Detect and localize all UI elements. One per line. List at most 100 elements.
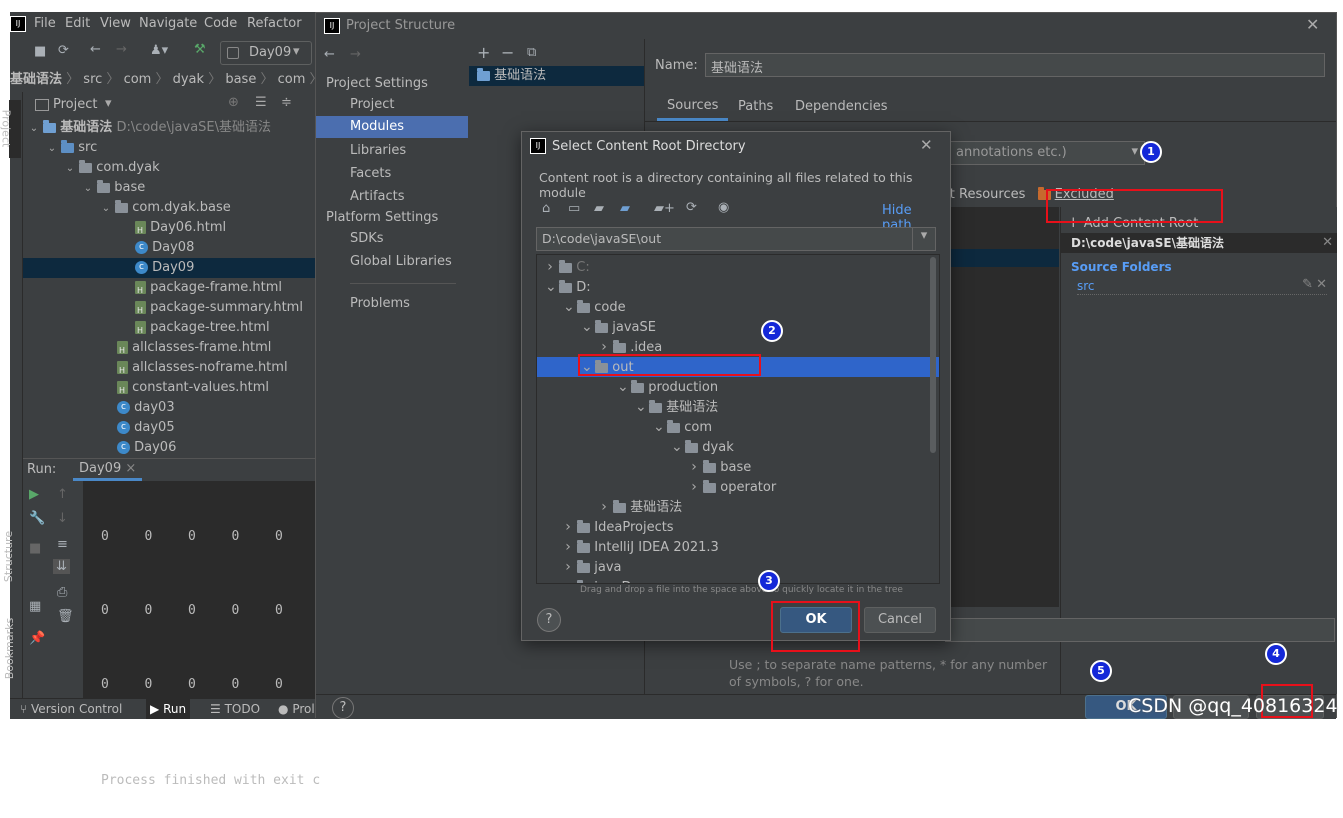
chevron-right-icon[interactable]: ›: [563, 557, 573, 577]
down-arrow-icon[interactable]: ↓: [57, 511, 68, 526]
tree-item[interactable]: allclasses-noframe.html: [117, 358, 288, 381]
copy-icon[interactable]: ⧉: [527, 45, 536, 60]
build-hammer-icon[interactable]: ⚒: [194, 42, 206, 57]
up-arrow-icon[interactable]: ↑: [57, 487, 68, 502]
close-icon[interactable]: ✕: [1322, 233, 1333, 253]
menu-view[interactable]: View: [100, 16, 131, 31]
chevron-down-icon[interactable]: ⌄: [581, 317, 593, 337]
run-tab[interactable]: Day09 ×: [73, 459, 143, 481]
show-hidden-icon[interactable]: ◉: [718, 200, 729, 215]
forward-arrow-icon[interactable]: →: [116, 42, 127, 57]
chevron-right-icon[interactable]: ›: [689, 477, 699, 497]
stop-icon[interactable]: ■: [29, 541, 41, 556]
chevron-down-icon[interactable]: ⌄: [563, 297, 575, 317]
save-icon[interactable]: ■: [34, 44, 46, 59]
nav-item-global-libraries[interactable]: Global Libraries: [350, 254, 452, 269]
menu-file[interactable]: File: [34, 16, 56, 31]
edit-icon[interactable]: ✎: [1302, 277, 1313, 292]
tree-item[interactable]: › java: [537, 557, 939, 577]
chevron-right-icon[interactable]: ›: [563, 517, 573, 537]
tab-sources[interactable]: Sources: [657, 93, 729, 121]
dialog-cancel-button[interactable]: Cancel: [864, 607, 936, 633]
desktop-icon[interactable]: ▭: [568, 201, 580, 216]
tree-item[interactable]: › base: [537, 457, 939, 477]
tree-scrollbar[interactable]: [930, 257, 936, 453]
chevron-down-icon[interactable]: ⌄: [617, 377, 629, 397]
chevron-down-icon[interactable]: ⌄: [671, 437, 683, 457]
tree-item[interactable]: ⌄ code: [537, 297, 939, 317]
forward-arrow-icon[interactable]: →: [350, 47, 361, 62]
tab-dependencies[interactable]: Dependencies: [795, 99, 888, 114]
project-tree-root[interactable]: ⌄ 基础语法 D:\code\javaSE\基础语法: [29, 118, 271, 138]
nav-item-modules[interactable]: Modules: [316, 116, 468, 138]
close-icon[interactable]: ✕: [1316, 277, 1327, 292]
wrench-icon[interactable]: 🔧: [29, 511, 45, 526]
tree-item-selected[interactable]: c Day09: [23, 258, 320, 278]
tab-paths[interactable]: Paths: [738, 99, 773, 114]
back-arrow-icon[interactable]: ←: [90, 42, 101, 57]
menu-edit[interactable]: Edit: [65, 16, 90, 31]
menu-code[interactable]: Code: [204, 16, 237, 31]
dialog-help-button[interactable]: ?: [537, 608, 561, 632]
problems-tab[interactable]: ● Prol: [278, 699, 315, 719]
tree-item[interactable]: c day05: [117, 418, 175, 438]
chevron-down-icon[interactable]: ⌄: [653, 417, 665, 437]
stripe-project-tab[interactable]: Project: [0, 100, 21, 158]
name-field[interactable]: 基础语法: [705, 53, 1325, 77]
home-icon[interactable]: ⌂: [542, 201, 550, 216]
source-folder-row[interactable]: src ✎ ✕: [1077, 277, 1327, 295]
nav-item-problems[interactable]: Problems: [350, 296, 410, 311]
version-control-tab[interactable]: ⑂ Version Control: [20, 699, 122, 719]
close-icon[interactable]: ×: [125, 461, 136, 476]
chevron-right-icon[interactable]: ›: [563, 537, 573, 557]
stripe-structure-tab[interactable]: Structure: [2, 522, 21, 592]
collapse-all-icon[interactable]: ≑: [281, 95, 292, 110]
breadcrumb-item[interactable]: 基础语法: [10, 72, 62, 87]
breadcrumb-item[interactable]: src: [83, 72, 102, 87]
breadcrumb-item[interactable]: com: [278, 72, 306, 87]
scroll-to-end-icon[interactable]: ⇊: [53, 559, 70, 574]
layout-icon[interactable]: ▦: [29, 599, 41, 614]
chevron-right-icon[interactable]: ›: [563, 577, 573, 583]
chevron-down-icon[interactable]: ▾: [105, 96, 112, 111]
tree-item[interactable]: Day06.html: [135, 218, 226, 241]
tree-item[interactable]: › operator: [537, 477, 939, 497]
tree-item[interactable]: › IntelliJ IDEA 2021.3: [537, 537, 939, 557]
tree-item[interactable]: › javaD...: [537, 577, 939, 583]
chevron-down-icon[interactable]: ⌄: [545, 277, 557, 297]
run-tool-tab[interactable]: ▶ Run: [146, 699, 191, 719]
breadcrumb-item[interactable]: com: [124, 72, 152, 87]
chevron-down-icon[interactable]: ⌄: [635, 397, 647, 417]
nav-item-facets[interactable]: Facets: [350, 166, 391, 181]
tree-item[interactable]: package-tree.html: [135, 318, 270, 341]
add-icon[interactable]: +: [477, 43, 490, 62]
nav-item-libraries[interactable]: Libraries: [350, 143, 406, 158]
tree-item[interactable]: › IdeaProjects: [537, 517, 939, 537]
exclude-pattern-field[interactable]: [945, 618, 1335, 642]
breadcrumb-item[interactable]: dyak: [173, 72, 204, 87]
tree-item[interactable]: ⌄ 基础语法: [537, 397, 939, 417]
tree-item[interactable]: ⌄ com: [537, 417, 939, 437]
tree-item[interactable]: constant-values.html: [117, 378, 269, 401]
refresh-icon[interactable]: ⟳: [686, 200, 697, 215]
remove-icon[interactable]: −: [501, 43, 514, 62]
path-field[interactable]: D:\code\javaSE\out ▾: [536, 227, 936, 251]
nav-item-artifacts[interactable]: Artifacts: [350, 189, 405, 204]
back-arrow-icon[interactable]: ←: [324, 47, 335, 62]
menu-navigate[interactable]: Navigate: [139, 16, 197, 31]
nav-item-project[interactable]: Project: [350, 97, 394, 112]
breadcrumb-item[interactable]: base: [225, 72, 256, 87]
tree-item[interactable]: ⌄ com.dyak: [65, 158, 160, 178]
chevron-right-icon[interactable]: ›: [689, 457, 699, 477]
project-panel-title[interactable]: Project: [53, 97, 97, 112]
chevron-right-icon[interactable]: ›: [599, 497, 609, 517]
soft-wrap-icon[interactable]: ≡: [57, 537, 68, 552]
tree-item[interactable]: ⌄ base: [83, 178, 145, 198]
path-dropdown-button[interactable]: ▾: [912, 228, 935, 250]
tree-item[interactable]: c Day06: [117, 438, 176, 458]
menu-refactor[interactable]: Refactor: [247, 16, 302, 31]
tree-item[interactable]: ⌄ src: [47, 138, 97, 158]
tree-item[interactable]: › 基础语法: [537, 497, 939, 517]
module-item[interactable]: 基础语法: [469, 66, 644, 86]
sync-icon[interactable]: ⟳: [58, 43, 69, 58]
